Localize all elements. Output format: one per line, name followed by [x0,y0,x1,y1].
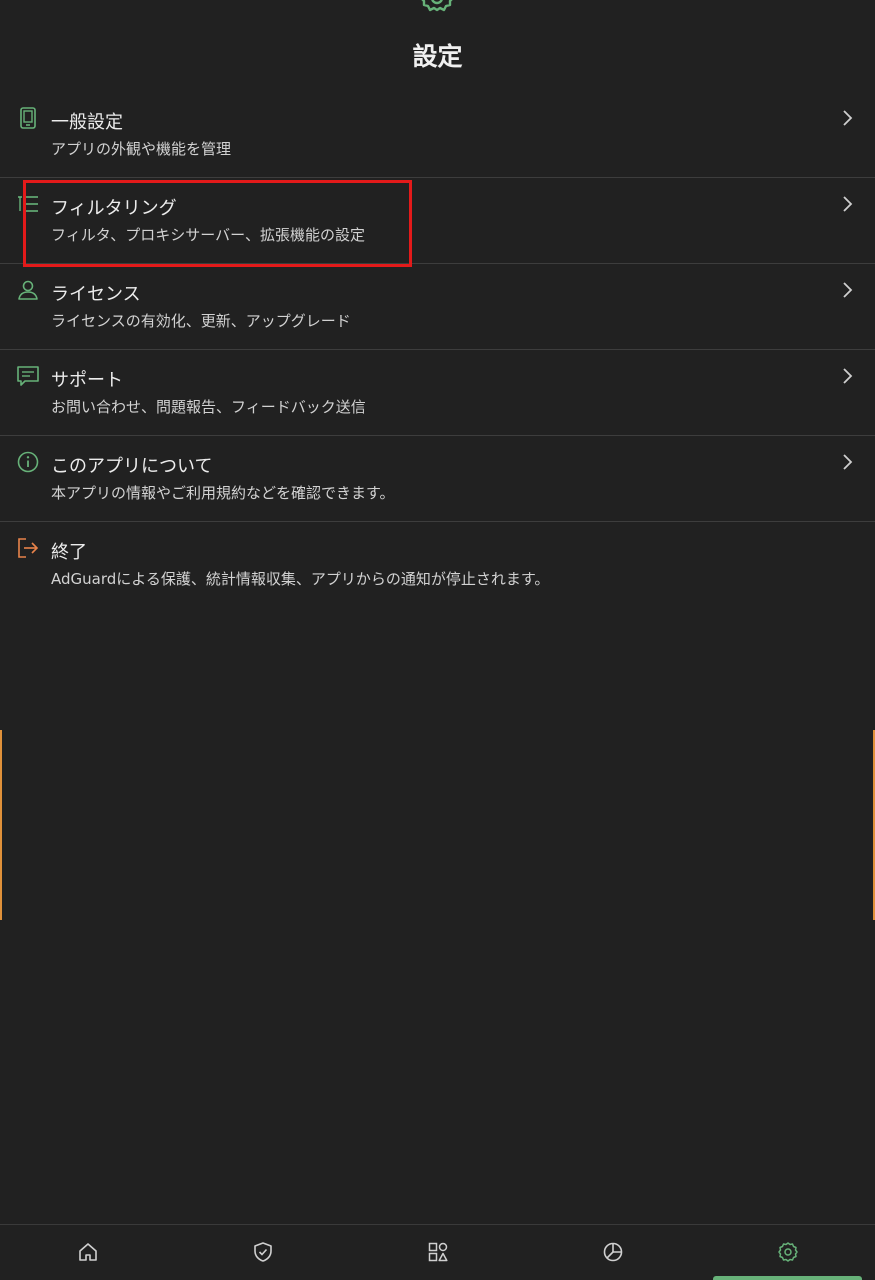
menu-item-title: サポート [51,370,123,391]
user-icon [18,280,38,300]
info-icon [17,451,39,473]
shield-icon [253,1241,272,1262]
menu-item-exit[interactable]: 終了 AdGuardによる保護、統計情報収集、アプリからの通知が停止されます。 [0,522,875,608]
menu-item-about[interactable]: このアプリについて 本アプリの情報やご利用規約などを確認できます。 [0,436,875,522]
edge-indicator-left [0,730,2,920]
chevron-right-icon [843,368,853,384]
phone-icon [20,107,36,129]
chevron-right-icon [843,110,853,126]
exit-icon [18,538,39,558]
nav-home[interactable] [0,1225,175,1280]
menu-item-subtitle: フィルタ、プロキシサーバー、拡張機能の設定 [51,226,365,244]
apps-icon [428,1242,448,1261]
chat-icon [17,366,39,386]
home-icon [78,1242,97,1261]
page-title: 設定 [412,42,463,71]
chevron-right-icon [843,196,853,212]
chevron-right-icon [843,454,853,470]
menu-item-title: 一般設定 [51,112,123,133]
nav-statistics[interactable] [525,1225,700,1280]
chevron-right-icon [843,282,853,298]
bottom-nav [0,1224,875,1280]
settings-menu: 一般設定 アプリの外観や機能を管理 フィルタリング フィルタ、プロキシサーバー、… [0,92,875,608]
list-icon [18,196,38,212]
menu-item-title: フィルタリング [51,198,177,219]
menu-item-title: このアプリについて [51,456,213,477]
settings-screen: 設定 一般設定 アプリの外観や機能を管理 フィルタリング フィルタ、プロキシサー… [0,0,875,1280]
menu-item-subtitle: 本アプリの情報やご利用規約などを確認できます。 [51,484,395,502]
nav-protection[interactable] [175,1225,350,1280]
nav-apps[interactable] [350,1225,525,1280]
nav-active-indicator [713,1276,862,1280]
menu-item-subtitle: お問い合わせ、問題報告、フィードバック送信 [51,398,366,416]
stats-icon [603,1242,622,1261]
menu-item-support[interactable]: サポート お問い合わせ、問題報告、フィードバック送信 [0,350,875,436]
menu-item-filtering[interactable]: フィルタリング フィルタ、プロキシサーバー、拡張機能の設定 [0,178,875,264]
gear-icon [777,1241,798,1262]
nav-settings[interactable] [700,1225,875,1280]
menu-item-general[interactable]: 一般設定 アプリの外観や機能を管理 [0,92,875,178]
gear-icon [421,0,453,12]
menu-item-subtitle: ライセンスの有効化、更新、アップグレード [51,312,351,330]
menu-item-title: ライセンス [51,284,141,305]
menu-item-license[interactable]: ライセンス ライセンスの有効化、更新、アップグレード [0,264,875,350]
menu-item-subtitle: アプリの外観や機能を管理 [51,140,232,158]
menu-item-subtitle: AdGuardによる保護、統計情報収集、アプリからの通知が停止されます。 [51,570,550,588]
menu-item-title: 終了 [51,542,87,563]
